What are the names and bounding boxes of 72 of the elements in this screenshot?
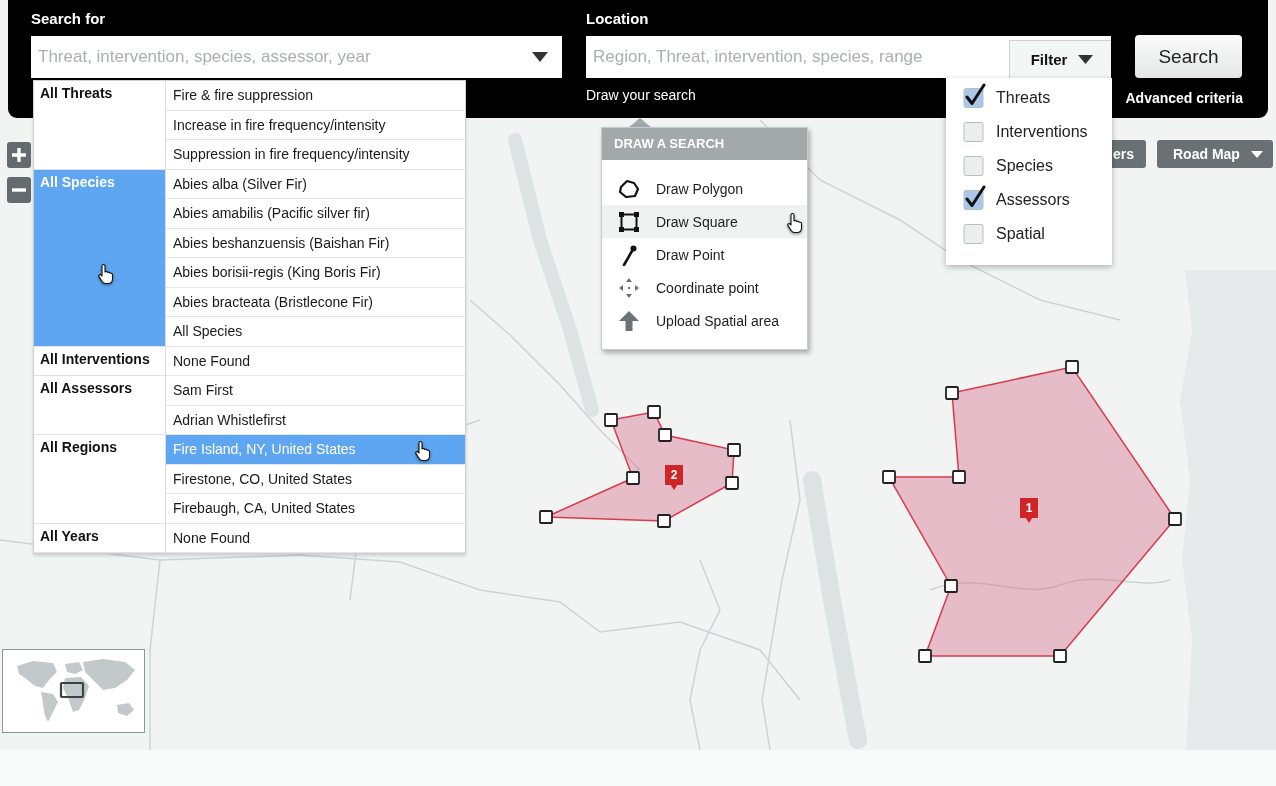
vertex-handle[interactable] (1053, 649, 1067, 663)
vertex-handle[interactable] (1168, 512, 1182, 526)
up-arrow-icon (618, 309, 640, 332)
result-option[interactable]: Abies amabilis (Pacific silver fir) (166, 199, 465, 229)
category-option[interactable]: All Regions (34, 435, 166, 524)
vertex-handle[interactable] (918, 649, 932, 663)
vertex-handle[interactable] (952, 470, 966, 484)
vertex-handle[interactable] (727, 443, 741, 457)
vertex-handle[interactable] (945, 386, 959, 400)
caret-icon (1078, 54, 1094, 64)
vertex-handle[interactable] (944, 579, 958, 593)
menu-item[interactable]: Coordinate point (602, 271, 807, 304)
checkbox[interactable] (962, 185, 986, 211)
draw-search-link[interactable]: Draw your search (586, 87, 696, 104)
hand-cursor-icon (414, 440, 432, 462)
result-option[interactable]: None Found (166, 346, 465, 376)
vertex-handle[interactable] (604, 413, 618, 427)
menu-item[interactable]: Upload Spatial area (602, 304, 807, 337)
result-option[interactable]: Sam First (166, 376, 465, 406)
zoom-out-button[interactable] (7, 177, 31, 203)
vertex-handle[interactable] (725, 476, 739, 490)
vertex-handle[interactable] (882, 470, 896, 484)
result-option[interactable]: Abies alba (Silver Fir) (166, 169, 465, 199)
category-option[interactable]: All Years (34, 523, 166, 553)
search-field[interactable]: Threat, intervention, species, assessor, year (31, 36, 562, 78)
minus-icon (12, 188, 26, 192)
zoom-in-button[interactable] (7, 142, 31, 168)
result-option[interactable]: All Species (166, 317, 465, 347)
search-button[interactable]: Search (1135, 35, 1242, 78)
menu-item[interactable]: Draw Square (602, 205, 807, 238)
result-option[interactable]: Abies borisii-regis (King Boris Fir) (166, 258, 465, 288)
result-option[interactable]: Suppression in fire frequency/intensity (166, 140, 465, 170)
vertex-handle[interactable] (647, 405, 661, 419)
field-label: Search for (31, 10, 107, 28)
checkbox[interactable] (962, 83, 986, 109)
vertex-handle[interactable] (1065, 360, 1079, 374)
result-option[interactable]: None Found (166, 523, 465, 553)
caret-icon (532, 52, 548, 62)
filter-option-label[interactable]: Threats (996, 89, 1051, 107)
result-option[interactable]: Firestone, CO, United States (166, 464, 465, 494)
caret-icon (1251, 150, 1263, 158)
filter-option-label[interactable]: Species (996, 157, 1053, 175)
move-arrows-icon (618, 276, 640, 299)
square-icon (618, 210, 640, 233)
map-type-button[interactable]: Road Map (1157, 140, 1273, 168)
location-field[interactable]: Region, Threat, intervention, species, range (586, 36, 1009, 78)
result-option[interactable]: Increase in fire frequency/intensity (166, 110, 465, 140)
hand-cursor-icon (97, 262, 115, 285)
vertex-handle[interactable] (539, 510, 553, 524)
category-option[interactable]: All Interventions (34, 346, 166, 376)
vertex-handle[interactable] (657, 514, 671, 528)
filter-option-label[interactable]: Interventions (996, 123, 1088, 141)
category-option[interactable]: All Threats (34, 81, 166, 170)
result-option[interactable]: Abies bracteata (Bristlecone Fir) (166, 287, 465, 317)
filter-option-label[interactable]: Assessors (996, 191, 1070, 209)
filter-button[interactable]: Filter (1009, 36, 1111, 78)
vertex-handle[interactable] (626, 471, 640, 485)
plus-icon (12, 148, 26, 162)
field-label: Location (586, 10, 650, 28)
layers-button[interactable]: ers (1112, 140, 1146, 168)
filter-option-label[interactable]: Spatial (996, 225, 1045, 243)
result-option[interactable]: Firebaugh, CA, United States (166, 494, 465, 524)
menu-item[interactable]: Draw Polygon (602, 172, 807, 205)
viewport-marker[interactable] (59, 681, 85, 699)
polygon-icon (618, 177, 640, 200)
result-option[interactable]: Fire & fire suppression (166, 81, 465, 111)
menu-item[interactable]: Draw Point (602, 238, 807, 271)
advanced-criteria-link[interactable]: Advanced criteria (1125, 90, 1243, 107)
hand-cursor-icon (786, 212, 804, 234)
result-option[interactable]: Abies beshanzuensis (Baishan Fir) (166, 228, 465, 258)
vertex-handle[interactable] (658, 428, 672, 442)
category-option[interactable]: All Assessors (34, 376, 166, 435)
